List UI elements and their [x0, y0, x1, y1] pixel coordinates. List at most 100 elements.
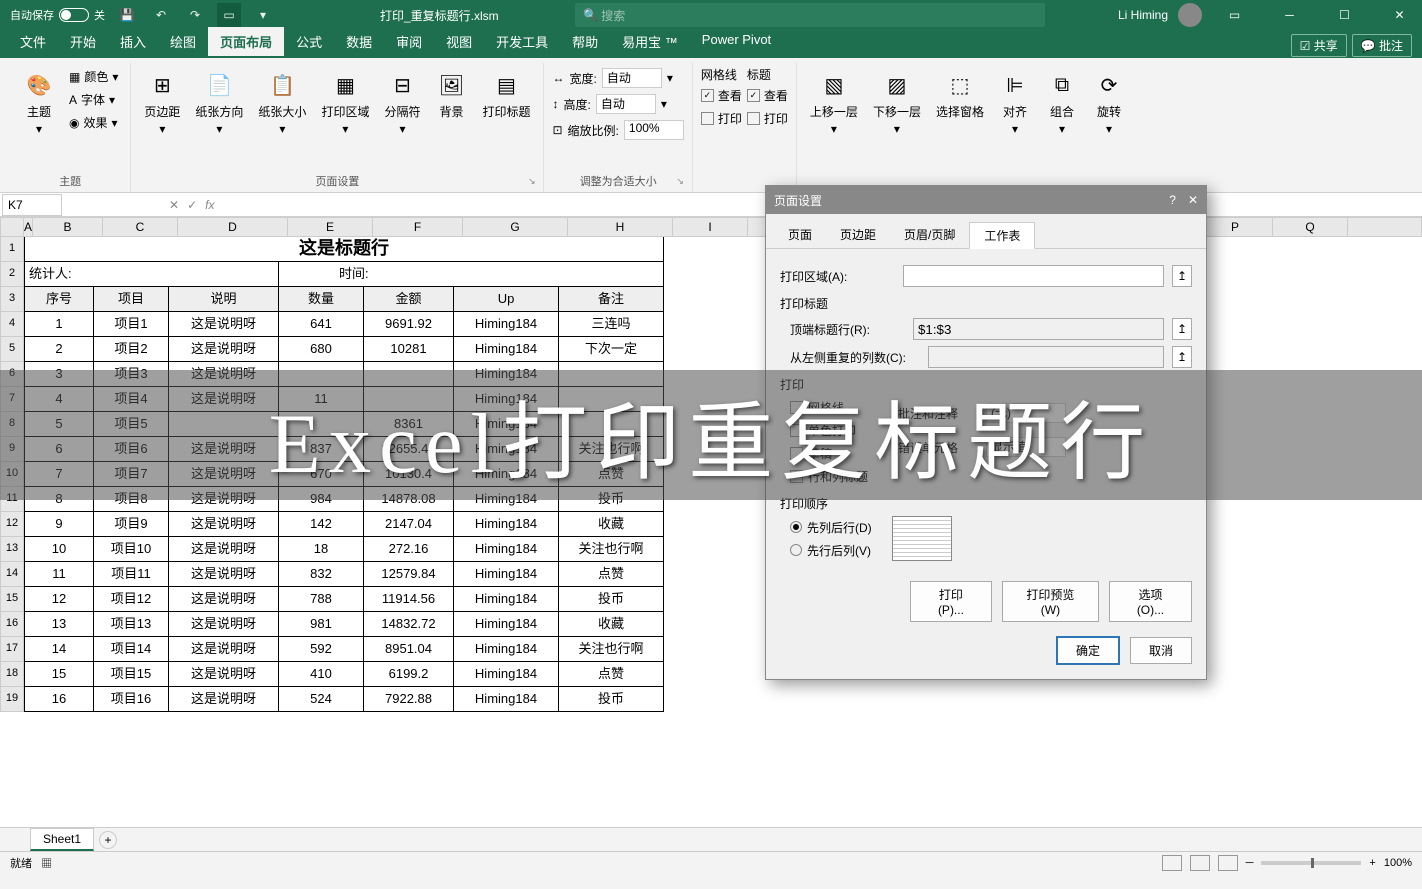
col-header-D[interactable]: D	[178, 217, 288, 237]
row-header-12[interactable]: 12	[0, 512, 24, 537]
cols-range-icon[interactable]: ↥	[1172, 346, 1192, 368]
data-cell[interactable]: 投币	[559, 687, 664, 712]
data-cell[interactable]: 项目13	[94, 612, 169, 637]
bring-forward-button[interactable]: ▧上移一层▾	[805, 66, 863, 139]
search-input[interactable]: 🔍 搜索	[575, 3, 1045, 27]
margins-button[interactable]: ⊞页边距▾	[139, 66, 185, 139]
print-area-input[interactable]	[903, 265, 1164, 287]
tab-9[interactable]: 开发工具	[484, 27, 560, 58]
data-cell[interactable]: 832	[279, 562, 364, 587]
data-cell[interactable]: 项目4	[94, 387, 169, 412]
gridlines-check[interactable]: 网格线	[790, 397, 868, 418]
data-cell[interactable]: 984	[279, 487, 364, 512]
customize-qat-icon[interactable]: ▾	[251, 3, 275, 27]
rotate-button[interactable]: ⟳旋转▾	[1088, 66, 1130, 139]
header-cell[interactable]: 说明	[169, 287, 279, 312]
data-cell[interactable]: Himing184	[454, 362, 559, 387]
send-backward-button[interactable]: ▨下移一层▾	[868, 66, 926, 139]
page-layout-view-icon[interactable]	[1190, 855, 1210, 871]
data-cell[interactable]: 项目7	[94, 462, 169, 487]
fonts-button[interactable]: A字体 ▾	[65, 89, 122, 110]
data-cell[interactable]: 项目14	[94, 637, 169, 662]
gridlines-view-check[interactable]: ✓查看	[701, 85, 742, 106]
tab-8[interactable]: 视图	[434, 27, 484, 58]
data-cell[interactable]: 这是说明呀	[169, 612, 279, 637]
data-cell[interactable]: 项目16	[94, 687, 169, 712]
data-cell[interactable]: Himing184	[454, 537, 559, 562]
data-cell[interactable]: 14878.08	[364, 487, 454, 512]
headings-print-check[interactable]: 打印	[747, 108, 788, 129]
data-cell[interactable]: 1	[24, 312, 94, 337]
data-cell[interactable]: 670	[279, 462, 364, 487]
rowcol-check[interactable]: 行和列标题	[790, 466, 868, 487]
header-cell[interactable]: Up	[454, 287, 559, 312]
data-cell[interactable]: 这是说明呀	[169, 637, 279, 662]
size-button[interactable]: 📋纸张大小▾	[253, 66, 311, 139]
data-cell[interactable]: 这是说明呀	[169, 587, 279, 612]
data-cell[interactable]: 2147.04	[364, 512, 454, 537]
header-cell[interactable]: 数量	[279, 287, 364, 312]
breaks-button[interactable]: ⊟分隔符▾	[379, 66, 425, 139]
zoom-level[interactable]: 100%	[1384, 857, 1412, 869]
data-cell[interactable]: 关注也行啊	[559, 637, 664, 662]
data-cell[interactable]: 272.16	[364, 537, 454, 562]
comments-select[interactable]: (无)	[986, 403, 1066, 423]
row-header-19[interactable]: 19	[0, 687, 24, 712]
save-icon[interactable]: 💾	[115, 3, 139, 27]
data-cell[interactable]: 13	[24, 612, 94, 637]
col-header-Q[interactable]: Q	[1273, 217, 1348, 237]
data-cell[interactable]: Himing184	[454, 487, 559, 512]
col-header-I[interactable]: I	[673, 217, 748, 237]
data-cell[interactable]: 11914.56	[364, 587, 454, 612]
data-cell[interactable]: 592	[279, 637, 364, 662]
tab-4[interactable]: 页面布局	[208, 27, 284, 58]
tab-12[interactable]: Power Pivot	[690, 27, 783, 58]
data-cell[interactable]: 投币	[559, 487, 664, 512]
col-header-A[interactable]: A	[24, 217, 33, 237]
cols-repeat-input[interactable]	[928, 346, 1164, 368]
data-cell[interactable]: Himing184	[454, 687, 559, 712]
row-header-7[interactable]: 7	[0, 387, 24, 412]
data-cell[interactable]: 18	[279, 537, 364, 562]
col-header-C[interactable]: C	[103, 217, 178, 237]
down-over-radio[interactable]: 先列后行(D)	[790, 517, 872, 538]
row-header-8[interactable]: 8	[0, 412, 24, 437]
orientation-button[interactable]: 📄纸张方向▾	[190, 66, 248, 139]
themes-button[interactable]: 🎨主题▾	[18, 66, 60, 139]
data-cell[interactable]: 8951.04	[364, 637, 454, 662]
dialog-tab-3[interactable]: 工作表	[969, 222, 1035, 249]
spreadsheet[interactable]: ABCDEFGHIJKLMNOPQ 1这是标题行2统计人:时间:3序号项目说明数…	[0, 217, 1422, 827]
tab-10[interactable]: 帮助	[560, 27, 610, 58]
data-cell[interactable]	[364, 387, 454, 412]
fx-icon[interactable]: fx	[205, 198, 214, 212]
row-header-3[interactable]: 3	[0, 287, 24, 312]
scale-launcher-icon[interactable]: ↘	[676, 176, 684, 187]
data-cell[interactable]: 项目12	[94, 587, 169, 612]
header-cell[interactable]: 项目	[94, 287, 169, 312]
data-cell[interactable]: 点赞	[559, 662, 664, 687]
data-cell[interactable]	[559, 412, 664, 437]
data-cell[interactable]: 7922.88	[364, 687, 454, 712]
data-cell[interactable]	[279, 362, 364, 387]
data-cell[interactable]: 6199.2	[364, 662, 454, 687]
data-cell[interactable]: Himing184	[454, 337, 559, 362]
row-header-5[interactable]: 5	[0, 337, 24, 362]
data-cell[interactable]: Himing184	[454, 412, 559, 437]
data-cell[interactable]	[559, 387, 664, 412]
zoom-out-icon[interactable]: ─	[1246, 857, 1254, 869]
tab-5[interactable]: 公式	[284, 27, 334, 58]
data-cell[interactable]: Himing184	[454, 612, 559, 637]
gridlines-print-check[interactable]: 打印	[701, 108, 742, 129]
data-cell[interactable]: 14832.72	[364, 612, 454, 637]
select-range-icon[interactable]: ↥	[1172, 265, 1192, 287]
col-header-rest[interactable]	[1348, 217, 1422, 237]
print-area-button[interactable]: ▦打印区域▾	[316, 66, 374, 139]
maximize-icon[interactable]: ☐	[1322, 0, 1367, 30]
selection-pane-button[interactable]: ⬚选择窗格	[931, 66, 989, 123]
data-cell[interactable]: Himing184	[454, 637, 559, 662]
data-cell[interactable]: 这是说明呀	[169, 387, 279, 412]
rows-range-icon[interactable]: ↥	[1172, 318, 1192, 340]
data-cell[interactable]: 点赞	[559, 562, 664, 587]
col-header-F[interactable]: F	[373, 217, 463, 237]
avatar[interactable]	[1178, 3, 1202, 27]
